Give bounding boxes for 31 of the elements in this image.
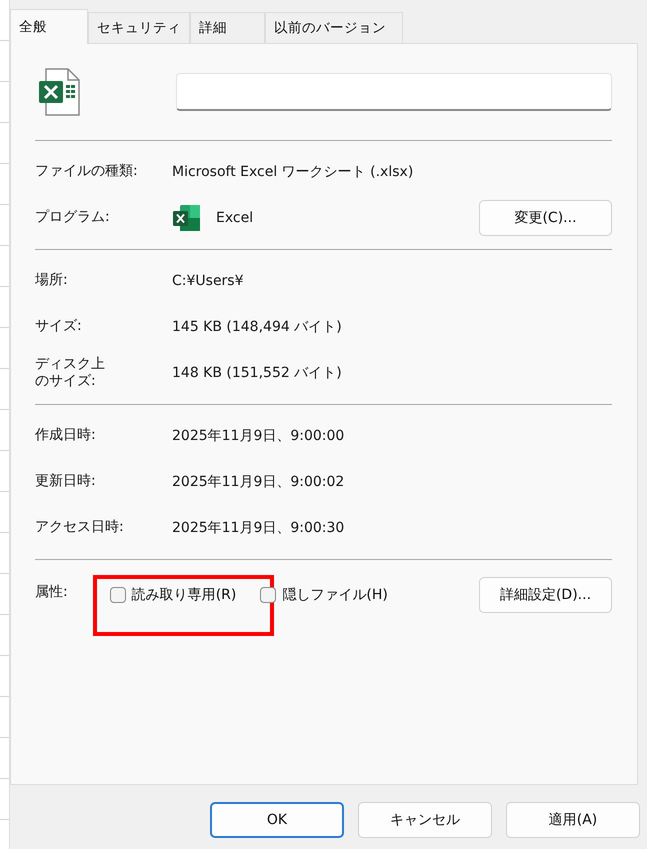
field-label: ファイルの種類: [35, 163, 139, 181]
field-value: Microsoft Excel ワークシート (.xlsx) [172, 163, 414, 181]
file-name-field[interactable] [176, 73, 612, 111]
field-label: 属性: [35, 584, 68, 602]
field-value: C:¥Users¥ [172, 273, 244, 289]
dialog-button[interactable]: OK [210, 802, 344, 838]
field-label: アクセス日時: [35, 519, 125, 537]
tab[interactable]: 全般 [10, 9, 88, 44]
field-value: 2025年11月9日、9:00:02 [172, 473, 344, 491]
change-button[interactable]: 変更(C)... [479, 200, 612, 236]
excel-app-icon [172, 203, 202, 233]
program-name: Excel [216, 210, 254, 226]
field-label: 作成日時: [35, 427, 97, 445]
advanced-button[interactable]: 詳細設定(D)... [479, 577, 612, 613]
field-label: 更新日時: [35, 473, 97, 491]
checkbox[interactable]: 隠しファイル(H) [256, 586, 392, 604]
field-value: 148 KB (151,552 バイト) [172, 364, 342, 382]
field-value: 2025年11月9日、9:00:30 [172, 519, 344, 537]
field-label: ディスク上のサイズ: [35, 356, 106, 390]
tab[interactable]: 詳細 [190, 12, 265, 43]
excel-file-icon [39, 68, 81, 116]
field-label: プログラム: [35, 209, 111, 227]
field-label: 場所: [35, 272, 69, 290]
tab[interactable]: 以前のバージョン [265, 12, 403, 43]
checkbox[interactable]: 読み取り専用(R) [106, 586, 240, 604]
dialog-button[interactable]: 適用(A) [506, 802, 640, 838]
field-value: 2025年11月9日、9:00:00 [172, 427, 344, 445]
field-value: 145 KB (148,494 バイト) [172, 318, 342, 336]
field-label: サイズ: [35, 318, 83, 336]
dialog-button[interactable]: キャンセル [358, 802, 492, 838]
tab[interactable]: セキュリティ [88, 12, 190, 43]
